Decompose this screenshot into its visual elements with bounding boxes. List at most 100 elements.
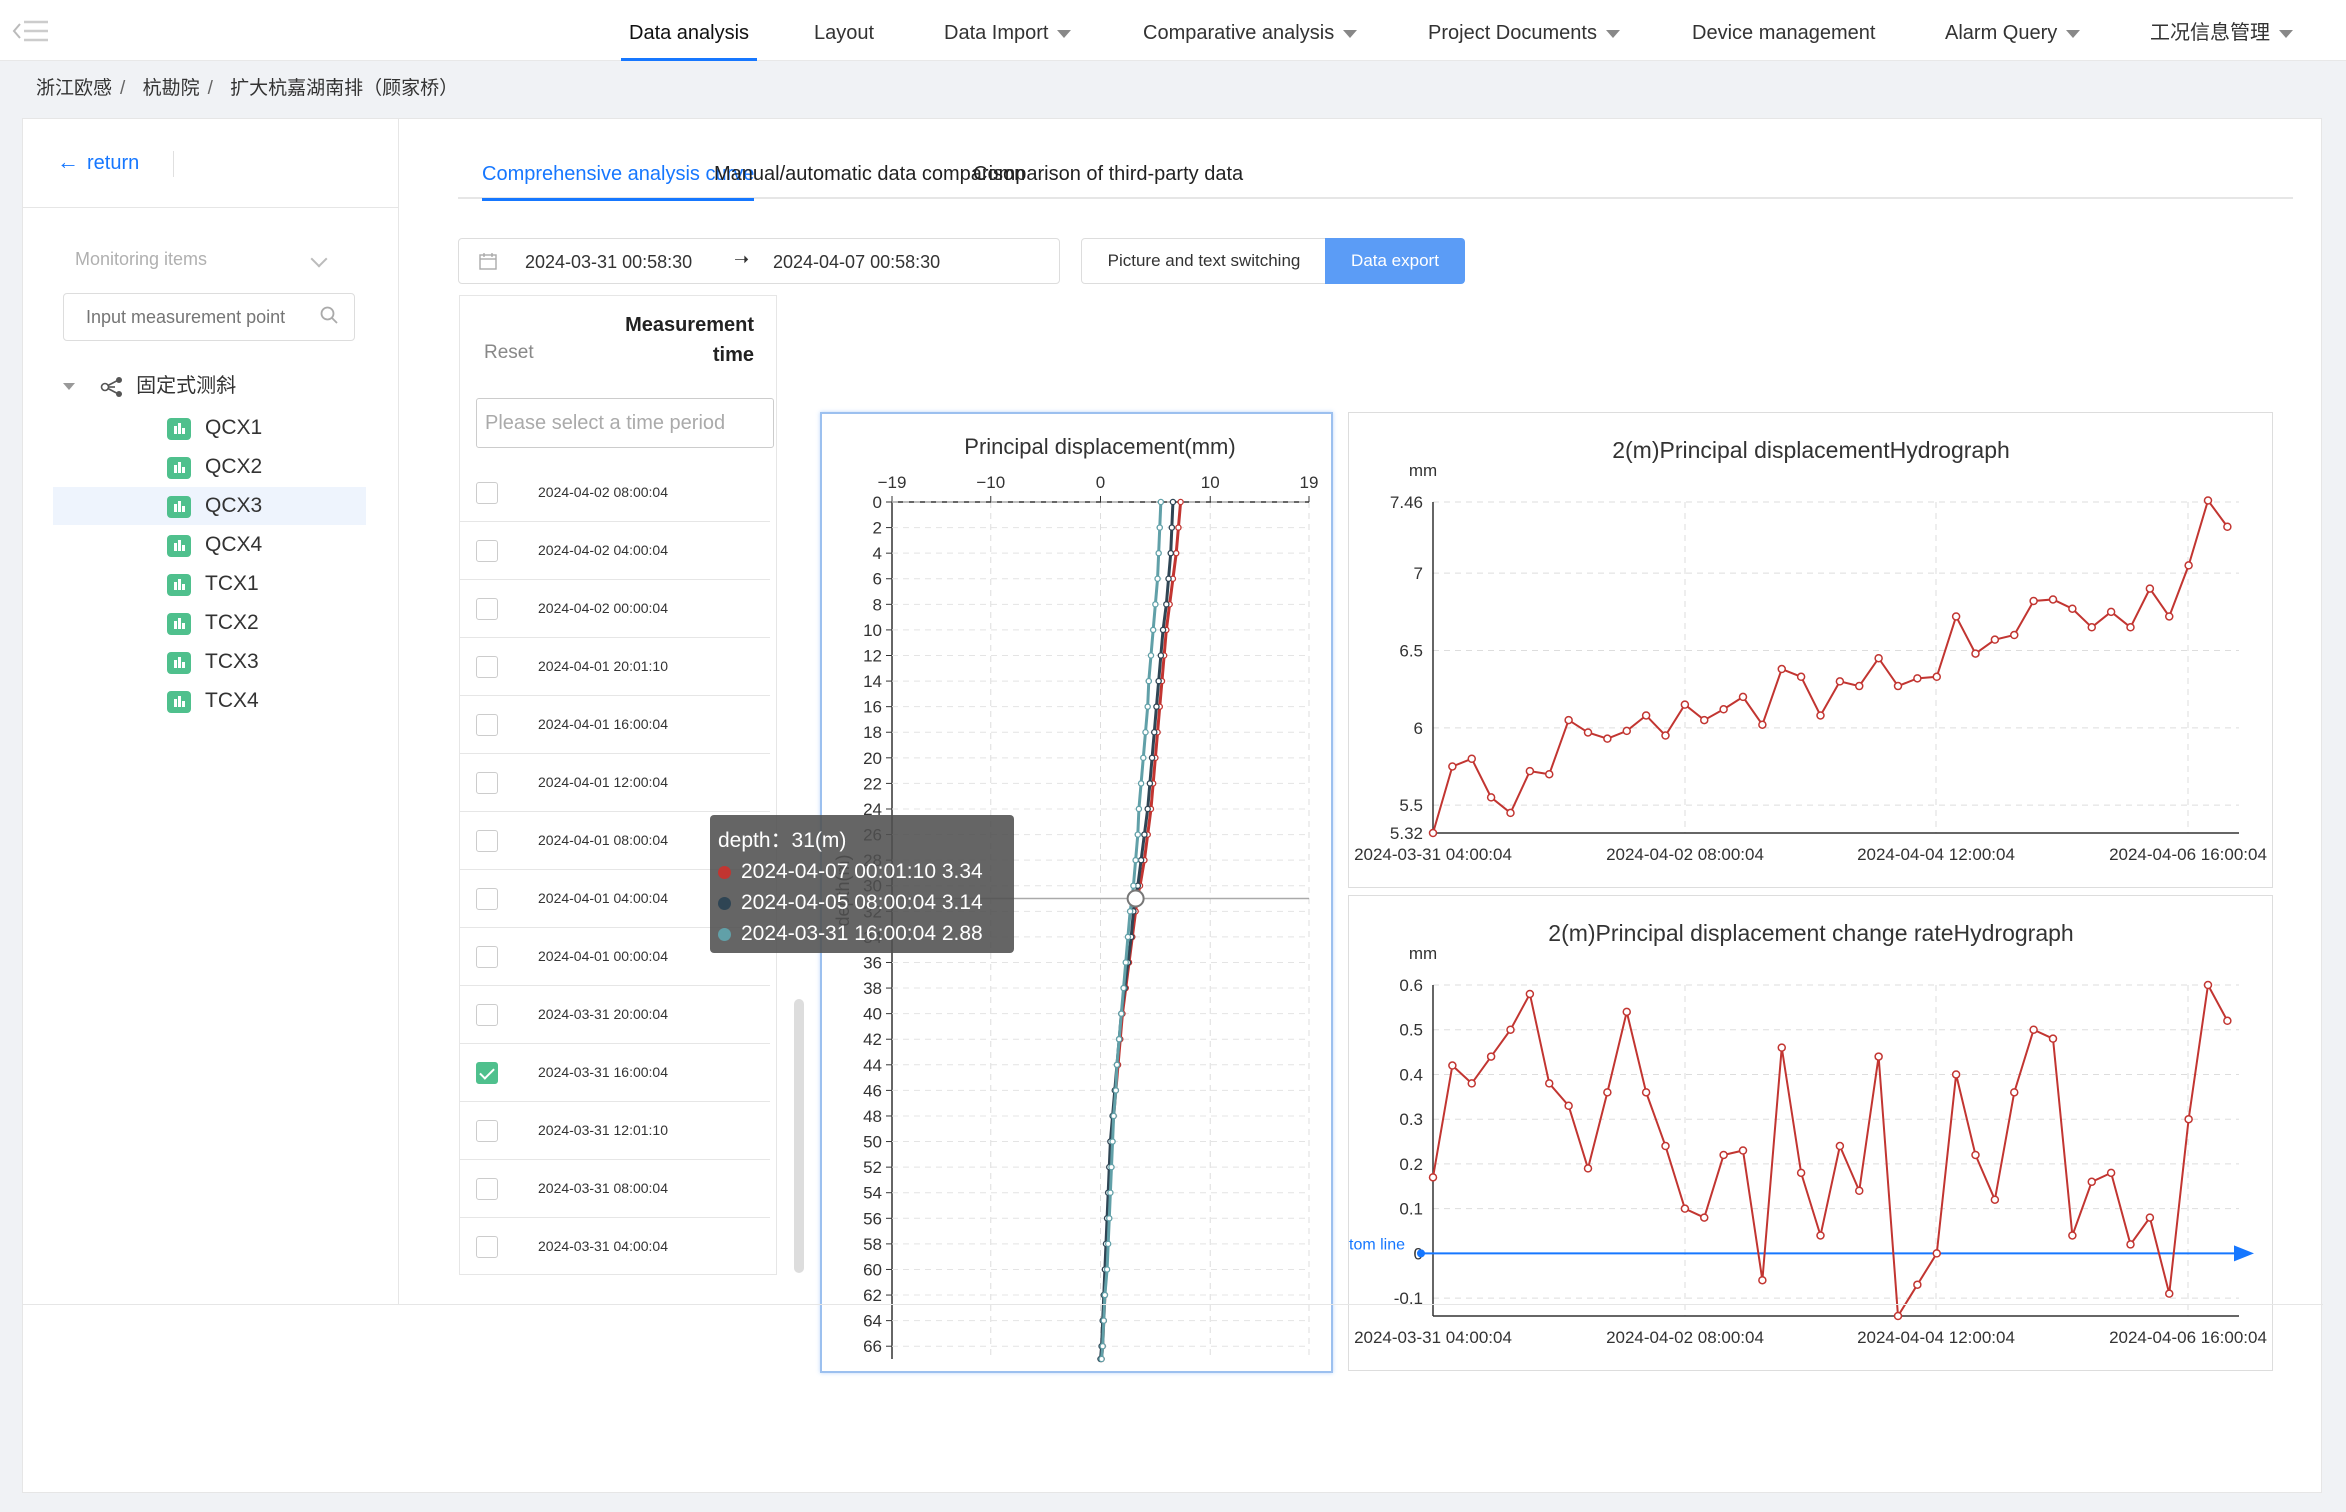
nav-item[interactable]: Layout bbox=[814, 0, 874, 61]
end-date[interactable]: 2024-04-07 00:58:30 bbox=[773, 252, 940, 273]
data-point bbox=[1661, 1141, 1670, 1151]
data-point bbox=[1893, 681, 1903, 691]
time-period-select[interactable]: Please select a time period bbox=[476, 398, 774, 448]
time-row[interactable]: 2024-04-02 08:00:04 bbox=[460, 464, 770, 522]
nav-item[interactable]: Device management bbox=[1692, 0, 1875, 61]
time-row[interactable]: 2024-04-01 12:00:04 bbox=[460, 754, 770, 812]
breadcrumb-item[interactable]: 杭勘院 bbox=[143, 78, 200, 99]
time-row[interactable]: 2024-03-31 16:00:04 bbox=[460, 1044, 770, 1102]
time-row[interactable]: 2024-03-31 04:00:04 bbox=[460, 1218, 770, 1274]
data-point bbox=[1719, 1150, 1728, 1160]
data-point bbox=[1913, 674, 1922, 683]
y-tick-label: 54 bbox=[863, 1184, 882, 1203]
nav-item-label: Project Documents bbox=[1428, 22, 1597, 44]
row-checkbox[interactable] bbox=[476, 946, 498, 968]
tree-root-node[interactable]: 固定式测斜 bbox=[63, 369, 236, 398]
data-point bbox=[1100, 1317, 1108, 1324]
tree-item[interactable]: TCX2 bbox=[53, 604, 366, 642]
displacement-hydrograph-chart[interactable]: 2(m)Principal displacementHydrograph mm 20… bbox=[1348, 412, 2273, 888]
time-label: 2024-03-31 08:00:04 bbox=[538, 1180, 668, 1196]
y-tick-label: 7.46 bbox=[1390, 493, 1423, 512]
data-point bbox=[1154, 575, 1161, 582]
nav-item[interactable]: Data Import bbox=[944, 0, 1072, 61]
data-point bbox=[1951, 612, 1961, 621]
y-tick-label: 12 bbox=[863, 646, 882, 665]
caret-down-icon[interactable] bbox=[63, 383, 75, 391]
return-button[interactable]: ← return bbox=[57, 149, 139, 175]
tab-third-party-comparison[interactable]: Comparison of third-party data bbox=[973, 163, 1243, 198]
tree-item[interactable]: TCX4 bbox=[53, 682, 366, 720]
row-checkbox[interactable] bbox=[476, 772, 498, 794]
breadcrumb-item[interactable]: 浙江欧感 bbox=[36, 78, 112, 99]
time-row[interactable]: 2024-03-31 12:01:10 bbox=[460, 1102, 770, 1160]
menu-collapse-icon[interactable] bbox=[12, 18, 50, 44]
measurement-point-search-input[interactable] bbox=[63, 293, 355, 341]
row-checkbox[interactable] bbox=[476, 482, 498, 504]
tree-item[interactable]: TCX1 bbox=[53, 565, 366, 603]
caret-down-icon bbox=[1343, 29, 1358, 38]
nav-item[interactable]: Comparative analysis bbox=[1143, 0, 1358, 61]
displacement-hydrograph-plot[interactable]: 2(m)Principal displacementHydrograph mm 20… bbox=[1349, 413, 2272, 887]
data-point bbox=[1758, 1275, 1767, 1285]
row-checkbox[interactable] bbox=[476, 830, 498, 852]
x-tick-label: 2024-03-31 04:00:04 bbox=[1354, 1328, 1512, 1347]
y-tick-label: 2 bbox=[873, 519, 882, 538]
time-label: 2024-04-02 00:00:04 bbox=[538, 600, 668, 616]
time-label: 2024-04-01 00:00:04 bbox=[538, 948, 668, 964]
data-point bbox=[1144, 703, 1151, 710]
row-checkbox[interactable] bbox=[476, 1236, 498, 1258]
nav-item[interactable]: Alarm Query bbox=[1945, 0, 2081, 61]
time-row[interactable]: 2024-04-02 00:00:04 bbox=[460, 580, 770, 638]
data-point bbox=[2145, 1213, 2155, 1222]
tree-item[interactable]: TCX3 bbox=[53, 643, 366, 681]
time-row[interactable]: 2024-03-31 08:00:04 bbox=[460, 1160, 770, 1218]
time-row[interactable]: 2024-04-01 16:00:04 bbox=[460, 696, 770, 754]
tree-item[interactable]: QCX1 bbox=[53, 409, 366, 447]
row-checkbox[interactable] bbox=[476, 1062, 498, 1084]
bar-chart-icon bbox=[167, 418, 191, 440]
data-point bbox=[1115, 1035, 1123, 1043]
time-row[interactable]: 2024-03-31 20:00:04 bbox=[460, 986, 770, 1044]
change-rate-hydrograph-plot[interactable]: 2(m)Principal displacement change rateHy… bbox=[1349, 896, 2272, 1370]
row-checkbox[interactable] bbox=[476, 714, 498, 736]
data-point bbox=[1109, 1138, 1116, 1145]
reset-button[interactable]: Reset bbox=[484, 342, 534, 364]
time-row[interactable]: 2024-04-02 04:00:04 bbox=[460, 522, 770, 580]
scrollbar-thumb[interactable] bbox=[794, 999, 804, 1273]
tree-item[interactable]: QCX2 bbox=[53, 448, 366, 486]
change-rate-hydrograph-chart[interactable]: 2(m)Principal displacement change rateHy… bbox=[1348, 895, 2273, 1371]
cluster-icon bbox=[100, 376, 122, 397]
data-point bbox=[1157, 498, 1165, 506]
nav-item[interactable]: Project Documents bbox=[1428, 0, 1620, 61]
row-checkbox[interactable] bbox=[476, 1178, 498, 1200]
row-checkbox[interactable] bbox=[476, 1120, 498, 1142]
monitoring-items-select[interactable]: Monitoring items bbox=[75, 249, 345, 281]
nav-item[interactable]: Data analysis bbox=[621, 0, 758, 61]
time-row[interactable]: 2024-04-01 20:01:10 bbox=[460, 638, 770, 696]
tree-item[interactable]: QCX4 bbox=[53, 526, 366, 564]
row-checkbox[interactable] bbox=[476, 656, 498, 678]
data-export-button[interactable]: Data export bbox=[1325, 238, 1465, 284]
row-checkbox[interactable] bbox=[476, 598, 498, 620]
picture-text-switch-button[interactable]: Picture and text switching bbox=[1081, 238, 1327, 284]
data-point bbox=[1506, 1025, 1515, 1034]
data-point bbox=[1835, 677, 1845, 686]
y-tick-label: 66 bbox=[863, 1337, 882, 1356]
nav-item[interactable]: 工况信息管理 bbox=[2150, 0, 2293, 61]
search-icon[interactable] bbox=[319, 305, 339, 325]
data-point bbox=[1134, 831, 1142, 838]
date-range-picker[interactable]: 2024-03-31 00:58:30 ➝ 2024-04-07 00:58:3… bbox=[458, 238, 1060, 284]
tooltip-row: 2024-04-07 00:01:10 3.34 bbox=[718, 856, 1006, 887]
row-checkbox[interactable] bbox=[476, 540, 498, 562]
row-checkbox[interactable] bbox=[476, 1004, 498, 1026]
data-point bbox=[1152, 601, 1159, 608]
measurement-time-header-line: Measurement bbox=[625, 314, 754, 336]
start-date[interactable]: 2024-03-31 00:58:30 bbox=[525, 252, 692, 273]
y-tick-label: 0.6 bbox=[1399, 976, 1423, 995]
row-checkbox[interactable] bbox=[476, 888, 498, 910]
time-label: 2024-04-01 12:00:04 bbox=[538, 774, 668, 790]
tree-item[interactable]: QCX3 bbox=[53, 487, 366, 525]
data-point bbox=[1641, 1088, 1651, 1097]
monitoring-items-placeholder: Monitoring items bbox=[75, 249, 208, 269]
data-point bbox=[1874, 1052, 1883, 1061]
